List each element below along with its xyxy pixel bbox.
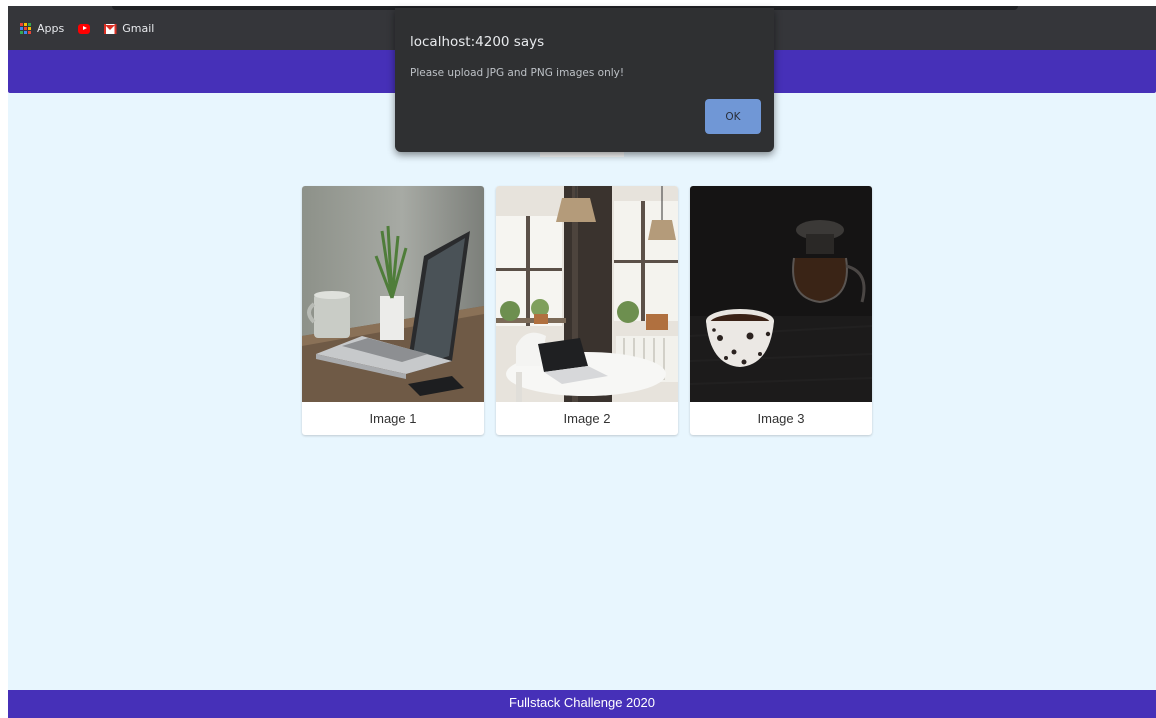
alert-message: Please upload JPG and PNG images only!: [410, 67, 625, 79]
image-1-caption: Image 1: [369, 411, 417, 426]
app-footer: Fullstack Challenge 2020: [8, 690, 1156, 718]
bookmark-gmail[interactable]: Gmail: [104, 22, 154, 35]
alert-title: localhost:4200 says: [410, 34, 545, 50]
image-2-photo: [496, 186, 678, 402]
image-card-1[interactable]: Image 1: [302, 186, 484, 435]
bookmark-apps[interactable]: Apps: [20, 22, 64, 35]
bookmark-apps-label: Apps: [37, 22, 65, 35]
image-card-3[interactable]: Image 3: [690, 186, 872, 435]
image-gallery: Image 1 Image 2 Image 3: [302, 186, 874, 436]
ok-button[interactable]: OK: [705, 99, 761, 134]
alert-dialog: localhost:4200 says Please upload JPG an…: [395, 8, 774, 152]
bookmarks-list: Apps Gmail: [20, 22, 162, 35]
image-3-caption: Image 3: [757, 411, 805, 426]
bookmark-gmail-label: Gmail: [122, 22, 155, 35]
image-card-2[interactable]: Image 2: [496, 186, 678, 435]
bookmark-youtube[interactable]: [78, 23, 91, 34]
apps-grid-icon: [20, 23, 31, 34]
gmail-icon: [104, 23, 117, 34]
image-2-caption: Image 2: [563, 411, 611, 426]
youtube-icon: [78, 23, 91, 34]
image-3-photo: [690, 186, 872, 402]
image-1-photo: [302, 186, 484, 402]
